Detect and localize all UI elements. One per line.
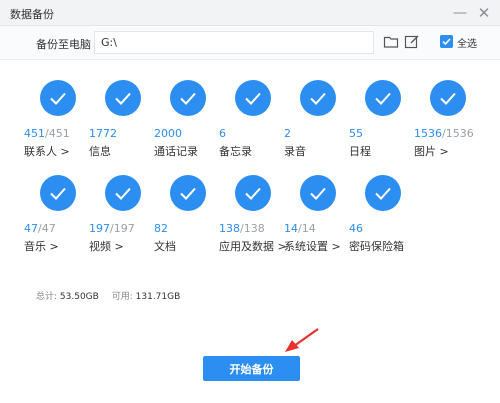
category-count: 197/197 — [89, 222, 135, 235]
check-circle-icon[interactable] — [105, 175, 141, 211]
red-arrow-annotation — [285, 328, 319, 352]
check-circle-icon[interactable] — [235, 175, 271, 211]
folder-icon[interactable] — [383, 34, 399, 50]
total-size-label: 总计: — [36, 292, 58, 302]
category-label: 应用及数据 > — [219, 240, 287, 253]
category-item-apps-data[interactable]: 138/138 应用及数据 > — [219, 175, 289, 257]
select-all-checkbox[interactable] — [440, 35, 453, 48]
category-item-recordings[interactable]: 2 录音 — [284, 80, 354, 162]
close-icon[interactable]: ✕ — [474, 3, 494, 23]
check-circle-icon[interactable] — [365, 175, 401, 211]
category-count: 1772 — [89, 127, 117, 140]
check-circle-icon[interactable] — [170, 80, 206, 116]
category-label: 联系人 > — [24, 145, 70, 158]
window-title: 数据备份 — [10, 8, 54, 21]
category-label: 视频 > — [89, 240, 124, 253]
toolbar: 备份至电脑 全选 — [0, 26, 500, 60]
minimize-icon[interactable]: — — [450, 3, 470, 23]
select-all-label: 全选 — [457, 39, 477, 50]
category-count: 14/14 — [284, 222, 316, 235]
available-space-value: 131.71GB — [135, 292, 181, 302]
check-circle-icon[interactable] — [430, 80, 466, 116]
edit-icon[interactable] — [404, 34, 420, 50]
category-label: 备忘录 — [219, 145, 252, 158]
total-size-value: 53.50GB — [59, 292, 99, 302]
category-label: 通话记录 — [154, 145, 198, 158]
category-label: 图片 > — [414, 145, 449, 158]
category-count: 47/47 — [24, 222, 56, 235]
category-item-contacts[interactable]: 451/451 联系人 > — [24, 80, 94, 162]
check-circle-icon[interactable] — [40, 80, 76, 116]
category-item-calendar[interactable]: 55 日程 — [349, 80, 419, 162]
category-label: 录音 — [284, 145, 306, 158]
category-count: 138/138 — [219, 222, 265, 235]
check-circle-icon[interactable] — [40, 175, 76, 211]
category-item-system-settings[interactable]: 14/14 系统设置 > — [284, 175, 354, 257]
available-space-label: 可用: — [111, 292, 133, 302]
category-item-call-log[interactable]: 2000 通话记录 — [154, 80, 224, 162]
storage-summary: 总计: 53.50GB 可用: 131.71GB — [36, 289, 190, 302]
backup-destination-label: 备份至电脑 — [36, 38, 91, 51]
category-label: 系统设置 > — [284, 240, 341, 253]
category-item-messages[interactable]: 1772 信息 — [89, 80, 159, 162]
category-label: 密码保险箱 — [349, 240, 404, 253]
category-label: 文档 — [154, 240, 176, 253]
category-count: 55 — [349, 127, 363, 140]
check-circle-icon[interactable] — [300, 175, 336, 211]
category-count: 6 — [219, 127, 226, 140]
category-count: 82 — [154, 222, 168, 235]
backup-path-input[interactable] — [94, 31, 374, 54]
category-item-documents[interactable]: 82 文档 — [154, 175, 224, 257]
check-circle-icon[interactable] — [365, 80, 401, 116]
category-label: 音乐 > — [24, 240, 59, 253]
category-label: 信息 — [89, 145, 111, 158]
category-count: 2 — [284, 127, 291, 140]
category-count: 46 — [349, 222, 363, 235]
category-label: 日程 — [349, 145, 371, 158]
category-count: 1536/1536 — [414, 127, 474, 140]
title-bar: 数据备份 — ✕ — [0, 0, 500, 26]
category-count: 451/451 — [24, 127, 70, 140]
category-item-photos[interactable]: 1536/1536 图片 > — [414, 80, 484, 162]
start-backup-button[interactable]: 开始备份 — [203, 356, 300, 381]
check-circle-icon[interactable] — [235, 80, 271, 116]
check-circle-icon[interactable] — [105, 80, 141, 116]
category-item-password-vault[interactable]: 46 密码保险箱 — [349, 175, 419, 257]
category-item-notes[interactable]: 6 备忘录 — [219, 80, 289, 162]
check-circle-icon[interactable] — [300, 80, 336, 116]
category-item-music[interactable]: 47/47 音乐 > — [24, 175, 94, 257]
check-circle-icon[interactable] — [170, 175, 206, 211]
category-count: 2000 — [154, 127, 182, 140]
category-item-videos[interactable]: 197/197 视频 > — [89, 175, 159, 257]
